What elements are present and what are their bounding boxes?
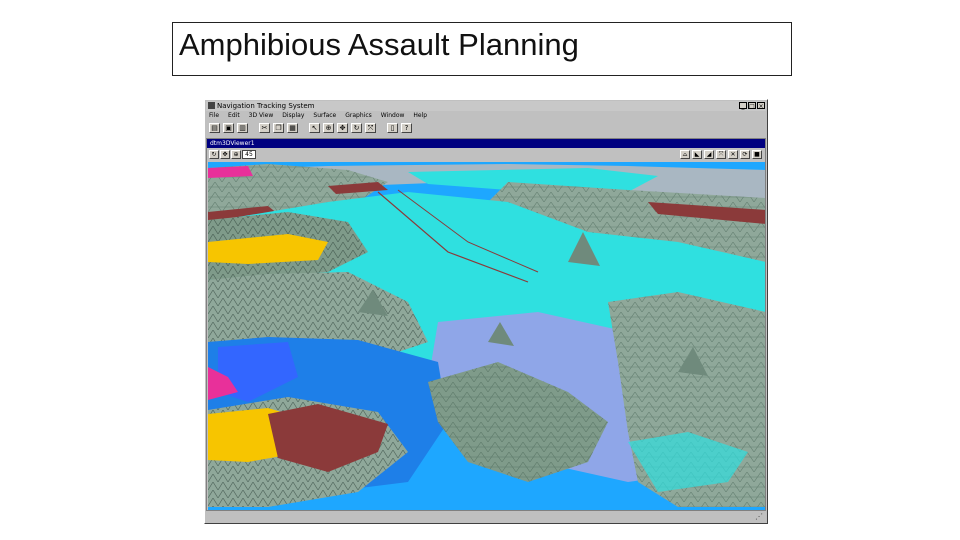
window-title: Navigation Tracking System — [217, 102, 315, 110]
open-icon[interactable]: ▤ — [209, 123, 220, 133]
app-window: Navigation Tracking System _ □ × File Ed… — [204, 99, 768, 524]
menu-3d-view[interactable]: 3D View — [249, 111, 274, 120]
zoom-icon[interactable]: ⊕ — [323, 123, 334, 133]
refresh-icon[interactable]: ⟳ — [740, 150, 750, 159]
layers-icon[interactable]: ▯ — [387, 123, 398, 133]
paste-icon[interactable]: ▦ — [287, 123, 298, 133]
magenta-zone-top — [208, 166, 253, 178]
rotate-icon[interactable]: ↻ — [351, 123, 362, 133]
view-top-icon[interactable]: ⌓ — [680, 150, 690, 159]
maximize-button[interactable]: □ — [748, 102, 756, 110]
copy-icon[interactable]: ❐ — [273, 123, 284, 133]
window-titlebar[interactable]: Navigation Tracking System _ □ × — [206, 101, 766, 111]
menu-window[interactable]: Window — [381, 111, 405, 120]
close-icon[interactable]: ■ — [752, 150, 762, 159]
print-icon[interactable]: ▥ — [237, 123, 248, 133]
menu-graphics[interactable]: Graphics — [345, 111, 372, 120]
menu-edit[interactable]: Edit — [228, 111, 240, 120]
rotate-icon[interactable]: ↻ — [209, 150, 219, 159]
pan-icon[interactable]: ✥ — [220, 150, 230, 159]
menu-file[interactable]: File — [209, 111, 219, 120]
resize-grip-icon[interactable]: ⋰ — [755, 513, 763, 521]
app-icon — [208, 102, 215, 109]
view-oblique-icon[interactable]: ◢ — [704, 150, 714, 159]
zoom-icon[interactable]: ⊕ — [231, 150, 241, 159]
menu-bar: File Edit 3D View Display Surface Graphi… — [206, 111, 766, 120]
3d-viewer-window: dtm3DViewer1 ↻ ✥ ⊕ 45 ⌓ ◣ ◢ ⤧ ✕ ⟳ ■ — [206, 138, 766, 511]
terrain-3d-view[interactable] — [208, 162, 766, 511]
menu-display[interactable]: Display — [282, 111, 304, 120]
fit-icon[interactable]: ⤧ — [365, 123, 376, 133]
menu-help[interactable]: Help — [413, 111, 427, 120]
view-side-icon[interactable]: ◣ — [692, 150, 702, 159]
menu-surface[interactable]: Surface — [313, 111, 336, 120]
minimize-button[interactable]: _ — [739, 102, 747, 110]
pan-icon[interactable]: ✥ — [337, 123, 348, 133]
save-icon[interactable]: ▣ — [223, 123, 234, 133]
select-icon[interactable]: ↖ — [309, 123, 320, 133]
help-icon[interactable]: ? — [401, 123, 412, 133]
fit-icon[interactable]: ⤧ — [716, 150, 726, 159]
close-button[interactable]: × — [757, 102, 765, 110]
zoom-level-field[interactable]: 45 — [242, 150, 256, 159]
reset-icon[interactable]: ✕ — [728, 150, 738, 159]
status-bar: ⋰ — [206, 512, 766, 522]
viewer-titlebar[interactable]: dtm3DViewer1 — [207, 139, 765, 148]
slide-title: Amphibious Assault Planning — [172, 22, 792, 76]
cut-icon[interactable]: ✂ — [259, 123, 270, 133]
viewer-toolbar: ↻ ✥ ⊕ 45 ⌓ ◣ ◢ ⤧ ✕ ⟳ ■ — [207, 149, 765, 161]
main-toolbar: ▤ ▣ ▥ ✂ ❐ ▦ ↖ ⊕ ✥ ↻ ⤧ ▯ ? — [206, 121, 766, 135]
